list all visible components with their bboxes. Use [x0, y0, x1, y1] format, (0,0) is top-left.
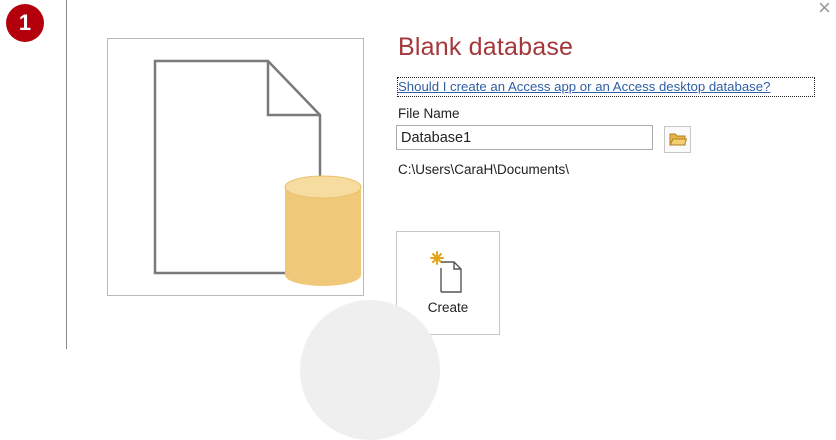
blank-database-document-icon [153, 59, 362, 286]
create-button-label: Create [427, 300, 469, 315]
new-document-icon [430, 251, 462, 293]
dialog-title: Blank database [398, 33, 574, 61]
help-link-app-vs-desktop[interactable]: Should I create an Access app or an Acce… [397, 77, 815, 97]
database-preview [107, 38, 364, 296]
file-name-label: File Name [398, 106, 460, 121]
close-icon[interactable]: × [818, 0, 831, 20]
save-path-text: C:\Users\CaraH\Documents\ [398, 162, 570, 177]
folder-icon [669, 133, 687, 146]
browse-folder-button[interactable] [664, 126, 691, 153]
watermark-shape [300, 300, 440, 440]
step-number-badge: 1 [6, 4, 44, 42]
file-name-input[interactable] [396, 125, 653, 150]
